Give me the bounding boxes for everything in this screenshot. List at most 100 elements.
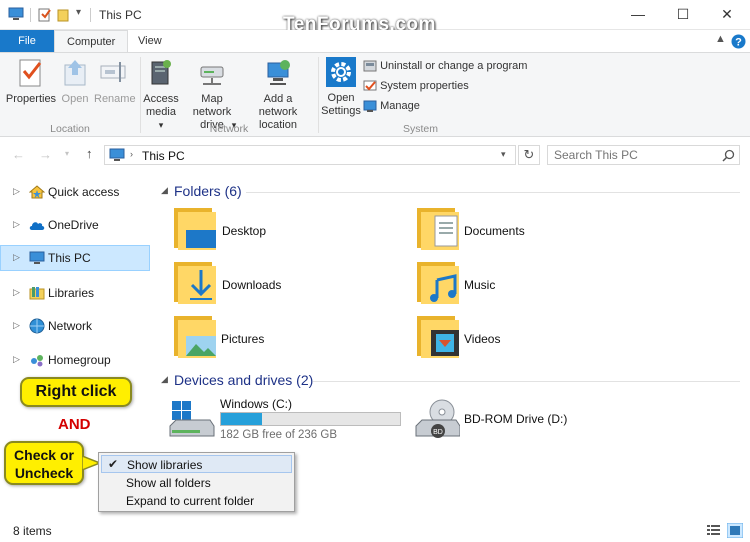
- tile-label: Videos: [464, 332, 501, 346]
- breadcrumb-chevron-icon[interactable]: ›: [130, 149, 133, 159]
- add-network-location-button[interactable]: Add a network location: [244, 57, 312, 132]
- tile-label: Desktop: [222, 224, 267, 238]
- expand-chevron-icon[interactable]: ▷: [13, 354, 20, 365]
- large-icons-view-icon[interactable]: [727, 523, 743, 538]
- qa-dropdown-icon[interactable]: ▾: [76, 7, 81, 18]
- minimize-button[interactable]: —: [615, 0, 661, 30]
- nav-item-network[interactable]: ▷ Network: [0, 313, 150, 339]
- svg-text:?: ?: [735, 37, 742, 49]
- drive-free-space: 182 GB free of 236 GB: [220, 429, 337, 441]
- folder-music[interactable]: Music: [413, 258, 643, 308]
- ribbon: Properties Open Rename Location Access m…: [0, 52, 750, 137]
- refresh-icon: ↻: [523, 147, 535, 162]
- up-icon[interactable]: ↑: [86, 146, 93, 161]
- search-box[interactable]: [547, 145, 740, 165]
- recent-locations-icon[interactable]: ▾: [65, 149, 69, 158]
- folder-desktop[interactable]: Desktop: [170, 204, 400, 254]
- tile-label: Music: [464, 278, 496, 292]
- manage-icon: [363, 100, 377, 113]
- access-media-label: Access media: [143, 93, 179, 118]
- address-bar[interactable]: › This PC ▾: [104, 145, 516, 165]
- open-settings-button[interactable]: Open Settings: [320, 56, 362, 118]
- collapse-section-icon[interactable]: ◢: [161, 374, 168, 385]
- menu-item-expand-to-current-folder[interactable]: Expand to current folder: [101, 492, 292, 510]
- open-settings-label: Open Settings: [321, 92, 361, 117]
- callout-line: Uncheck: [14, 465, 74, 481]
- tab-view[interactable]: View: [126, 30, 174, 52]
- expand-chevron-icon[interactable]: ▷: [13, 252, 20, 263]
- close-button[interactable]: ✕: [704, 0, 750, 30]
- nav-label: Homegroup: [48, 353, 111, 367]
- help-icon[interactable]: ?: [731, 34, 746, 49]
- address-row: ← → ▾ ↑ › This PC ▾ ↻: [0, 138, 750, 172]
- title-bar: ▾ This PC TenForums.com — ☐ ✕: [0, 0, 750, 35]
- drive-bd-rom-d[interactable]: BD BD-ROM Drive (D:): [412, 396, 652, 442]
- folder-pictures[interactable]: Pictures: [170, 312, 400, 362]
- collapse-ribbon-icon[interactable]: ▲: [715, 33, 726, 45]
- uninstall-program-button[interactable]: Uninstall or change a program: [363, 57, 527, 75]
- forward-icon[interactable]: →: [39, 147, 52, 162]
- properties-button[interactable]: Properties: [4, 57, 58, 106]
- tile-label: Pictures: [221, 332, 265, 346]
- toolbar-separator: [30, 8, 31, 22]
- manage-button[interactable]: Manage: [363, 97, 420, 115]
- properties-qa-icon[interactable]: [38, 8, 52, 22]
- back-icon[interactable]: ←: [12, 147, 25, 162]
- properties-icon: [19, 59, 42, 87]
- callout-check-uncheck: Check or Uncheck: [4, 441, 84, 485]
- computer-icon: [8, 7, 24, 20]
- open-button[interactable]: Open: [58, 57, 92, 106]
- menu-item-show-all-folders[interactable]: Show all folders: [101, 474, 292, 492]
- expand-chevron-icon[interactable]: ▷: [13, 320, 20, 331]
- group-label-network: Network: [209, 123, 249, 135]
- toolbar-separator: [90, 8, 91, 22]
- nav-item-this-pc[interactable]: ▷ This PC: [0, 245, 150, 271]
- computer-icon: [109, 148, 125, 161]
- refresh-button[interactable]: ↻: [518, 145, 540, 165]
- expand-chevron-icon[interactable]: ▷: [13, 287, 20, 298]
- menu-item-show-libraries[interactable]: ✔ Show libraries: [101, 455, 292, 473]
- folder-documents[interactable]: Documents: [413, 204, 643, 254]
- search-icon[interactable]: [722, 149, 735, 162]
- collapse-section-icon[interactable]: ◢: [161, 185, 168, 196]
- status-bar: 8 items: [0, 520, 750, 542]
- group-separator: [318, 57, 319, 133]
- tab-file[interactable]: File: [0, 30, 54, 52]
- tile-label: Documents: [464, 224, 525, 238]
- context-menu: ✔ Show libraries Show all folders Expand…: [98, 452, 295, 512]
- nav-item-libraries[interactable]: ▷ Libraries: [0, 280, 150, 306]
- section-divider: [246, 192, 740, 193]
- nav-item-quick-access[interactable]: ▷ Quick access: [0, 179, 150, 205]
- expand-chevron-icon[interactable]: ▷: [13, 219, 20, 230]
- details-view-icon[interactable]: [706, 524, 721, 538]
- downloads-folder-icon: [174, 262, 216, 304]
- nav-item-onedrive[interactable]: ▷ OneDrive: [0, 212, 150, 238]
- pictures-folder-icon: [174, 316, 216, 358]
- rename-button[interactable]: Rename: [94, 57, 136, 106]
- search-input[interactable]: [554, 148, 714, 162]
- nav-item-homegroup[interactable]: ▷ Homegroup: [0, 347, 150, 373]
- maximize-button[interactable]: ☐: [660, 0, 706, 30]
- new-folder-qa-icon[interactable]: [57, 8, 69, 22]
- access-media-button[interactable]: Access media ▾: [141, 57, 181, 132]
- nav-label: Quick access: [48, 185, 120, 199]
- expand-chevron-icon[interactable]: ▷: [13, 186, 20, 197]
- section-divider: [313, 381, 740, 382]
- svg-text:BD: BD: [433, 429, 443, 436]
- nav-label: This PC: [48, 251, 91, 265]
- breadcrumb-this-pc[interactable]: This PC: [142, 149, 185, 163]
- address-dropdown-icon[interactable]: ▾: [501, 149, 506, 160]
- desktop-folder-icon: [174, 208, 216, 250]
- bd-rom-drive-icon: BD: [415, 399, 460, 438]
- tab-computer[interactable]: Computer: [54, 30, 129, 52]
- map-network-drive-button[interactable]: Map network drive ▾: [182, 57, 242, 132]
- system-properties-button[interactable]: System properties: [363, 77, 469, 95]
- folder-videos[interactable]: Videos: [413, 312, 643, 362]
- folder-downloads[interactable]: Downloads: [170, 258, 400, 308]
- window-title: This PC: [99, 8, 142, 22]
- group-label-location: Location: [50, 123, 90, 135]
- annotation-and: AND: [58, 416, 91, 433]
- nav-label: Libraries: [48, 286, 95, 300]
- folders-section-title[interactable]: Folders (6): [174, 183, 242, 199]
- drives-section-title[interactable]: Devices and drives (2): [174, 372, 313, 388]
